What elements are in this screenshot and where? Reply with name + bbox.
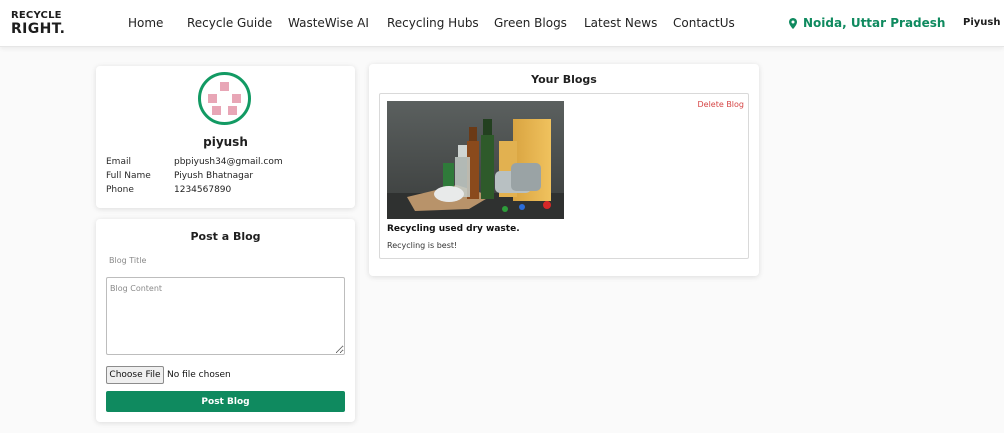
location-indicator[interactable]: Noida, Uttar Pradesh [789,16,945,30]
top-navbar: RECYCLE RIGHT. Home Recycle Guide WasteW… [0,0,1004,47]
brand-line-1: RECYCLE [11,10,62,21]
nav-green-blogs[interactable]: Green Blogs [494,16,567,30]
nav-wastewise-ai[interactable]: WasteWise AI [288,16,369,30]
user-menu[interactable]: Piyush [963,17,1000,28]
blog-content-textarea[interactable] [106,277,345,355]
brand-line-2: RIGHT. [11,21,66,37]
nav-recycle-guide[interactable]: Recycle Guide [187,16,272,30]
blog-entry: Delete Blog Recycling used dry waste. Re… [379,93,749,259]
phone-label: Phone [106,185,134,195]
profile-card: piyush Email pbpiyush34@gmail.com Full N… [96,66,355,208]
file-status-text: No file chosen [167,370,231,380]
location-text: Noida, Uttar Pradesh [803,16,946,30]
post-blog-heading: Post a Blog [190,230,261,243]
email-label: Email [106,157,131,167]
post-blog-button[interactable]: Post Blog [106,391,345,412]
map-pin-icon [789,17,797,29]
email-value: pbpiyush34@gmail.com [174,157,283,167]
full-name-value: Piyush Bhatnagar [174,171,254,181]
blog-entry-title: Recycling used dry waste. [387,224,520,234]
your-blogs-card: Your Blogs Delete Blog Recycling used dr… [369,64,759,276]
blog-entry-content: Recycling is best! [387,241,458,250]
nav-contact-us[interactable]: ContactUs [673,16,735,30]
choose-file-button[interactable]: Choose File [106,366,164,384]
blog-title-input[interactable] [106,249,345,271]
phone-value: 1234567890 [174,185,232,195]
your-blogs-heading: Your Blogs [531,73,597,86]
post-blog-card: Post a Blog Choose File No file chosen P… [96,219,355,422]
avatar [198,72,251,125]
blog-image [387,101,564,219]
delete-blog-link[interactable]: Delete Blog [697,100,744,109]
full-name-label: Full Name [106,171,151,181]
nav-home[interactable]: Home [128,16,163,30]
nav-latest-news[interactable]: Latest News [584,16,657,30]
profile-name: piyush [203,135,248,149]
brand-logo[interactable]: RECYCLE RIGHT. [11,11,71,37]
nav-recycling-hubs[interactable]: Recycling Hubs [387,16,479,30]
